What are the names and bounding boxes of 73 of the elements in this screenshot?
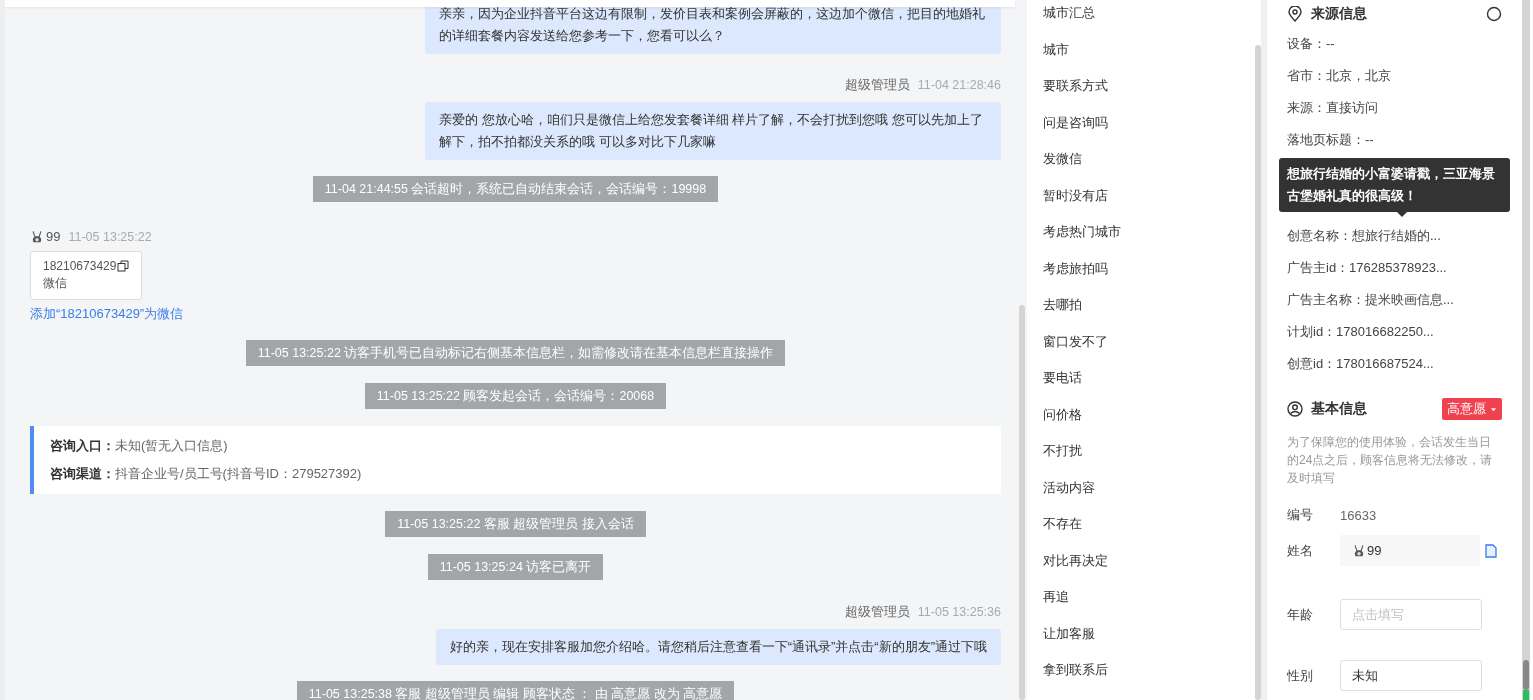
quick-reply-item[interactable]: 考虑旅拍吗 — [1043, 255, 1255, 292]
quick-reply-item[interactable]: 去哪拍 — [1043, 292, 1255, 329]
field-label: 编号 — [1287, 506, 1314, 524]
message-time: 11-04 21:28:46 — [917, 78, 1001, 92]
message-time: 11-05 13:25:36 — [917, 605, 1001, 619]
add-wechat-link[interactable]: 添加“18210673429”为微信 — [30, 305, 184, 323]
rabbit-icon — [30, 229, 44, 244]
copy-icon[interactable] — [117, 260, 130, 272]
section-title: 基本信息 — [1311, 400, 1367, 418]
tooltip: 想旅行结婚的小富婆请戳，三亚海景古堡婚礼真的很高级！ — [1279, 158, 1510, 212]
tooltip-arrow — [1397, 212, 1407, 217]
phone-number: 18210673429 — [43, 259, 117, 273]
quick-reply-item[interactable]: 拿到联系后 — [1043, 657, 1255, 694]
quick-reply-item[interactable]: 问是咨询吗 — [1043, 109, 1255, 146]
system-notice: 11-05 13:25:38 客服 超级管理员 编辑 顾客状态 ： 由 高意愿 改为 高意愿 — [296, 681, 735, 700]
message-time: 11-05 13:25:22 — [68, 229, 152, 244]
scrollbar[interactable] — [1255, 45, 1261, 700]
source-field: 广告主名称：提米映画信息... — [1279, 284, 1510, 316]
system-notice: 11-05 13:25:22 客服 超级管理员 接入会话 — [385, 511, 646, 537]
caret-icon — [1490, 405, 1497, 413]
system-notice: 11-05 13:25:24 访客已离开 — [427, 554, 604, 580]
intent-dropdown[interactable]: 高意愿 — [1442, 398, 1502, 420]
info-label: 咨询入口： — [50, 438, 115, 453]
location-icon — [1287, 6, 1303, 22]
collapse-icon[interactable] — [1486, 6, 1502, 22]
quick-reply-item[interactable]: 考虑热门城市 — [1043, 219, 1255, 256]
quick-reply-item[interactable]: 让加客服 — [1043, 620, 1255, 657]
quick-reply-item[interactable]: 要电话 — [1043, 365, 1255, 402]
scrollbar[interactable] — [1522, 0, 1530, 700]
source-field: 来源：直接访问 — [1279, 92, 1510, 124]
system-notice: 11-05 13:25:22 顾客发起会话，会话编号：20068 — [364, 383, 667, 409]
input-field[interactable]: 点击填写 — [1340, 599, 1482, 630]
visitor-name: 99 — [46, 229, 61, 244]
sender-name: 超级管理员 — [844, 77, 910, 92]
quick-reply-item[interactable]: 发微信 — [1043, 146, 1255, 183]
source-field: 省市：北京，北京 — [1279, 60, 1510, 92]
name-field[interactable]: 99 — [1340, 535, 1480, 566]
system-notice: 11-05 13:25:22 访客手机号已自动标记右侧基本信息栏，如需修改请在基本信息栏直接操作 — [245, 340, 786, 366]
source-field: 创意id：178016687524... — [1279, 348, 1510, 380]
message-bubble: 亲爱的 您放心哈，咱们只是微信上给您发套餐详细 样片了解，不会打扰到您哦 您可以先加上了解下，拍不拍都没关系的哦 可以多对比下几家嘛 — [425, 102, 1001, 160]
quick-reply-item[interactable]: 要联系方式 — [1043, 73, 1255, 110]
rabbit-icon — [1352, 543, 1366, 558]
quick-reply-item[interactable]: 不存在 — [1043, 511, 1255, 548]
section-title: 来源信息 — [1311, 5, 1367, 23]
source-field: 落地页标题：-- — [1279, 124, 1510, 156]
quick-reply-item[interactable]: 活动内容 — [1043, 474, 1255, 511]
field-label: 性别 — [1287, 666, 1314, 685]
field-label: 年龄 — [1287, 605, 1314, 624]
card-label: 微信 — [43, 275, 68, 292]
system-notice: 11-04 21:44:55 会话超时，系统已自动结束会话，会话编号：19998 — [312, 176, 719, 202]
source-field: 广告主id：176285378923... — [1279, 252, 1510, 284]
scrollbar[interactable] — [1019, 305, 1025, 700]
quick-reply-item[interactable]: 不打扰 — [1043, 438, 1255, 475]
info-value: 未知(暂无入口信息) — [115, 438, 228, 453]
field-value: 16633 — [1340, 507, 1377, 523]
quick-reply-item[interactable]: 问价格 — [1043, 401, 1255, 438]
quick-reply-item[interactable]: 城市 — [1043, 36, 1255, 73]
quick-reply-item[interactable]: 对比再决定 — [1043, 547, 1255, 584]
user-icon — [1287, 401, 1303, 417]
message-bubble: 好的亲，现在安排客服加您介绍哈。请您稍后注意查看一下“通讯录”并点击“新的朋友”通过下哦 — [435, 629, 1001, 665]
source-field: 计划id：178016682250... — [1279, 316, 1510, 348]
field-label: 姓名 — [1287, 541, 1314, 560]
info-value: 抖音企业号/员工号(抖音号ID：279527392) — [115, 466, 362, 481]
info-label: 咨询渠道： — [50, 466, 115, 481]
source-field: 设备：-- — [1279, 28, 1510, 60]
source-field: 创意名称：想旅行结婚的... — [1279, 220, 1510, 252]
sender-name: 超级管理员 — [844, 604, 910, 619]
quick-reply-item[interactable]: 窗口发不了 — [1043, 328, 1255, 365]
note-text: 为了保障您的使用体验，会话发生当日的24点之后，顾客信息将无法修改，请及时填写 — [1287, 434, 1494, 487]
quick-reply-item[interactable]: 再追 — [1043, 584, 1255, 621]
quick-reply-item[interactable]: 城市汇总 — [1043, 0, 1255, 37]
quick-reply-item[interactable]: 暂时没有店 — [1043, 182, 1255, 219]
input-field[interactable]: 未知 — [1340, 660, 1482, 691]
